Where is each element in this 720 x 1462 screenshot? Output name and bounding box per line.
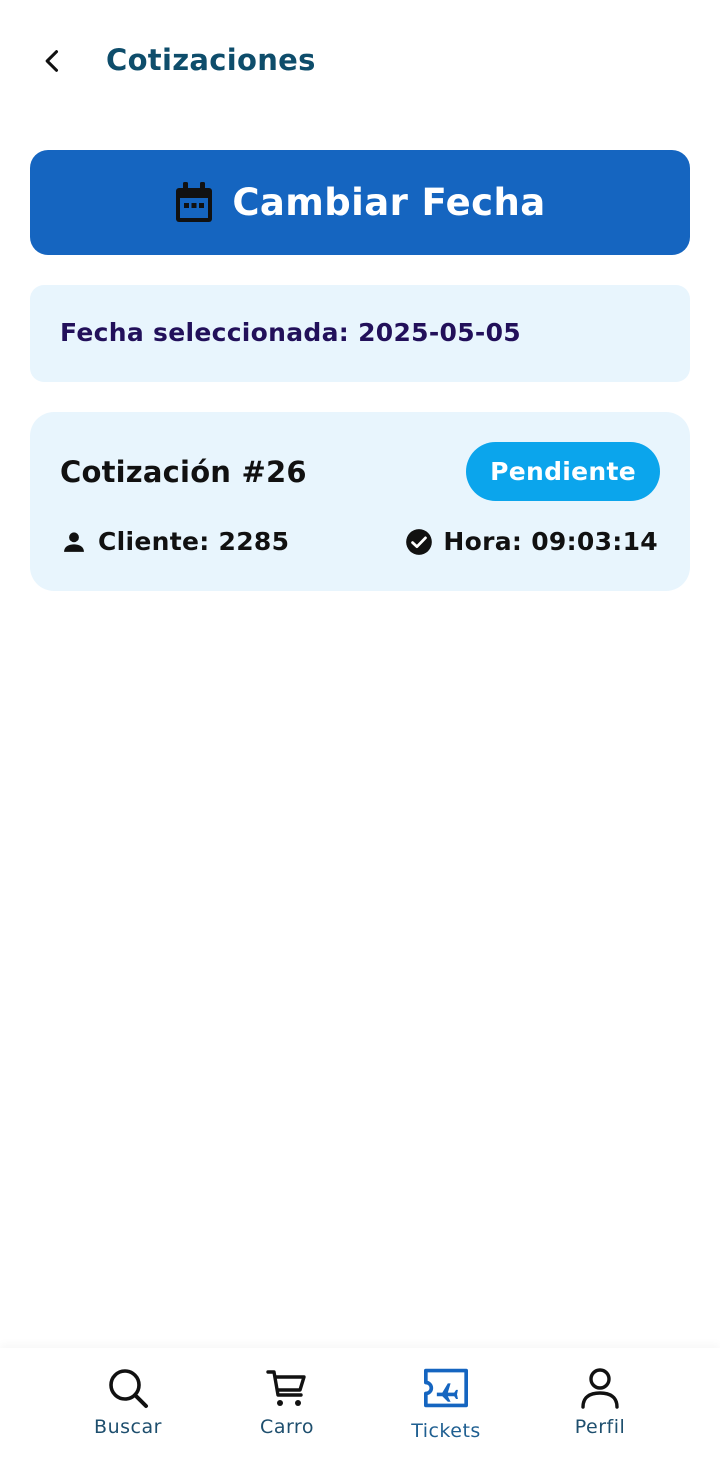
quote-card[interactable]: Cotización #26 Pendiente Cliente: 2285 H… [30, 412, 690, 591]
change-date-label: Cambiar Fecha [232, 181, 546, 224]
time-text: Hora: 09:03:14 [443, 527, 658, 556]
change-date-button[interactable]: Cambiar Fecha [30, 150, 690, 255]
status-badge: Pendiente [466, 442, 660, 501]
check-circle-icon [405, 528, 433, 556]
profile-icon [578, 1366, 622, 1410]
nav-label-tickets: Tickets [411, 1420, 481, 1442]
client-row: Cliente: 2285 [60, 524, 289, 560]
nav-item-tickets[interactable]: Tickets [376, 1348, 516, 1462]
time-row: Hora: 09:03:14 [405, 524, 658, 560]
selected-date-text: Fecha seleccionada: 2025-05-05 [60, 318, 522, 347]
ticket-icon [424, 1366, 468, 1410]
back-button[interactable] [28, 36, 78, 86]
quote-title: Cotización #26 [60, 455, 307, 489]
cart-icon [265, 1366, 309, 1410]
nav-item-buscar[interactable]: Buscar [58, 1348, 198, 1462]
calendar-icon [174, 181, 214, 224]
nav-item-perfil[interactable]: Perfil [530, 1348, 670, 1462]
chevron-left-icon [45, 50, 59, 72]
person-icon [60, 528, 88, 556]
nav-label-carro: Carro [260, 1416, 314, 1438]
status-badge-label: Pendiente [490, 457, 636, 486]
search-icon [106, 1366, 150, 1410]
bottom-nav: Buscar Carro Tickets Perfil [0, 1348, 720, 1462]
page-title: Cotizaciones [106, 43, 316, 77]
nav-label-buscar: Buscar [94, 1416, 162, 1438]
selected-date-box: Fecha seleccionada: 2025-05-05 [30, 285, 690, 382]
nav-label-perfil: Perfil [574, 1416, 626, 1438]
app-header: Cotizaciones [0, 0, 720, 120]
client-text: Cliente: 2285 [98, 527, 290, 556]
nav-item-carro[interactable]: Carro [217, 1348, 357, 1462]
